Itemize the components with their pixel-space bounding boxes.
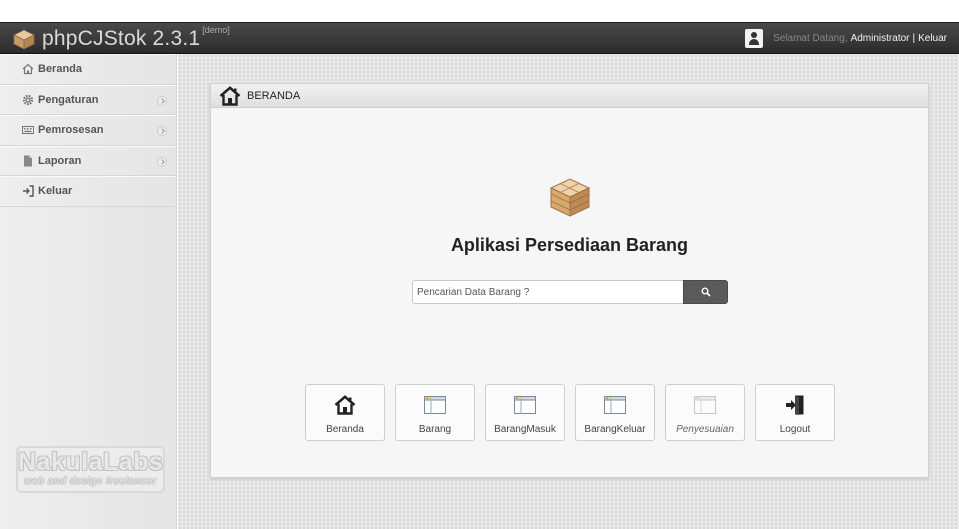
shortcut-penyesuaian[interactable]: Penyesuaian bbox=[665, 384, 745, 441]
home-icon bbox=[219, 85, 241, 106]
search-button[interactable] bbox=[683, 280, 728, 304]
welcome-text: Selamat Datang, bbox=[773, 32, 848, 44]
shortcut-beranda[interactable]: Beranda bbox=[305, 384, 385, 441]
gear-icon bbox=[22, 94, 34, 106]
logo-title: NakulaLabs bbox=[18, 448, 164, 476]
app-heading: Aplikasi Persediaan Barang bbox=[450, 235, 689, 255]
top-navbar: phpCJStok 2.3.1 [demo] Selamat Datang, A… bbox=[0, 22, 959, 54]
sidebar-item-label: Pemrosesan bbox=[38, 124, 104, 137]
window-icon bbox=[666, 394, 744, 416]
sidebar-item-laporan[interactable]: Laporan bbox=[0, 145, 176, 176]
shortcut-label: Barang bbox=[418, 424, 452, 435]
nakulalabs-logo[interactable]: NakulaLabs web and design freelancer bbox=[16, 446, 165, 493]
chevron-right-icon[interactable] bbox=[157, 126, 167, 136]
sidebar-item-label: Keluar bbox=[38, 185, 73, 198]
logout-link[interactable]: Keluar bbox=[918, 33, 947, 44]
home-icon bbox=[306, 394, 384, 416]
demo-badge: [demo] bbox=[202, 25, 230, 35]
sign-out-icon bbox=[22, 185, 34, 197]
user-name: Administrator bbox=[850, 32, 910, 44]
sidebar-item-label: Laporan bbox=[38, 154, 82, 167]
separator: | bbox=[912, 32, 916, 44]
shortcut-barang[interactable]: Barang bbox=[395, 384, 475, 441]
app-title: phpCJStok 2.3.1 bbox=[42, 27, 201, 50]
search-icon bbox=[701, 287, 711, 297]
document-icon bbox=[22, 155, 34, 167]
panel-header: BERANDA bbox=[211, 84, 928, 108]
shortcut-logout[interactable]: Logout bbox=[755, 384, 835, 441]
shortcut-label: Penyesuaian bbox=[676, 424, 734, 435]
shortcut-label: BarangMasuk bbox=[494, 424, 556, 435]
shortcut-barang-keluar[interactable]: BarangKeluar bbox=[575, 384, 655, 441]
brand[interactable]: phpCJStok 2.3.1 [demo] bbox=[12, 25, 230, 52]
crate-logo-icon bbox=[13, 29, 35, 50]
crate-icon bbox=[549, 178, 591, 217]
logo-subtitle: web and design freelancer bbox=[24, 476, 157, 487]
window-icon bbox=[576, 394, 654, 416]
chevron-right-icon[interactable] bbox=[157, 95, 167, 106]
home-panel: BERANDA Aplikasi Persediaan Barang Penca… bbox=[210, 83, 929, 478]
shortcut-label: Logout bbox=[779, 424, 811, 435]
window-icon bbox=[396, 394, 474, 416]
shortcut-label: BarangKeluar bbox=[584, 424, 646, 435]
sidebar-item-pemrosesan[interactable]: Pemrosesan bbox=[0, 115, 176, 146]
user-area: Selamat Datang, Administrator | Keluar bbox=[745, 27, 947, 49]
shortcut-label: Beranda bbox=[326, 424, 364, 435]
sign-out-icon bbox=[756, 394, 834, 416]
home-icon bbox=[22, 63, 34, 75]
sidebar-item-beranda[interactable]: Beranda bbox=[0, 54, 176, 85]
chevron-right-icon[interactable] bbox=[157, 156, 167, 167]
shortcut-barang-masuk[interactable]: BarangMasuk bbox=[485, 384, 565, 441]
sidebar-item-keluar[interactable]: Keluar bbox=[0, 176, 176, 207]
panel-title: BERANDA bbox=[247, 89, 301, 102]
sidebar-item-label: Pengaturan bbox=[38, 93, 99, 106]
sidebar-item-label: Beranda bbox=[38, 63, 83, 76]
search-input[interactable] bbox=[412, 280, 684, 304]
sidebar-item-pengaturan[interactable]: Pengaturan bbox=[0, 84, 176, 115]
user-icon bbox=[745, 28, 764, 48]
window-icon bbox=[486, 394, 564, 416]
keyboard-icon bbox=[22, 124, 34, 136]
sidebar: Beranda Pengaturan Pemrosesan Laporan Ke… bbox=[0, 54, 177, 529]
